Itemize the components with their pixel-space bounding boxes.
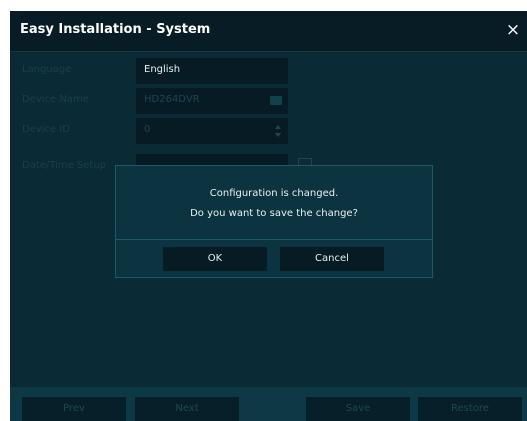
device-id-value: 0 (144, 124, 151, 135)
language-label: Language (22, 64, 72, 75)
window-title: Easy Installation - System (20, 22, 211, 37)
keyboard-icon[interactable] (270, 96, 282, 105)
bottom-button-bar: Prev Next Save Restore (10, 387, 527, 421)
save-button[interactable]: Save (306, 397, 410, 421)
device-id-label: Device ID (22, 124, 71, 135)
dialog-message-line2: Do you want to save the change? (190, 208, 358, 219)
confirm-save-dialog: Configuration is changed. Do you want to… (115, 165, 433, 278)
title-bar: Easy Installation - System × (10, 11, 527, 52)
form-row-language: Language English (10, 58, 527, 84)
language-select[interactable]: English (136, 58, 288, 84)
easy-installation-window: Easy Installation - System × Language En… (10, 11, 527, 421)
prev-button[interactable]: Prev (22, 397, 126, 421)
device-id-field[interactable]: 0 (136, 118, 288, 144)
ok-button[interactable]: OK (163, 247, 267, 271)
spinner-down-icon[interactable] (275, 133, 281, 137)
dialog-message-line1: Configuration is changed. (209, 188, 339, 199)
dialog-divider (116, 239, 432, 240)
form-row-device-id: Device ID 0 (10, 118, 527, 144)
device-name-value: HD264DVR (144, 94, 200, 105)
form-row-device-name: Device Name HD264DVR (10, 88, 527, 114)
close-icon[interactable]: × (503, 19, 523, 41)
device-name-label: Device Name (22, 94, 89, 105)
next-button[interactable]: Next (135, 397, 239, 421)
cancel-button[interactable]: Cancel (280, 247, 384, 271)
device-name-field[interactable]: HD264DVR (136, 88, 288, 114)
restore-button[interactable]: Restore (418, 397, 522, 421)
date-time-label: Date/Time Setup (22, 160, 107, 171)
spinner-up-icon[interactable] (275, 125, 281, 129)
